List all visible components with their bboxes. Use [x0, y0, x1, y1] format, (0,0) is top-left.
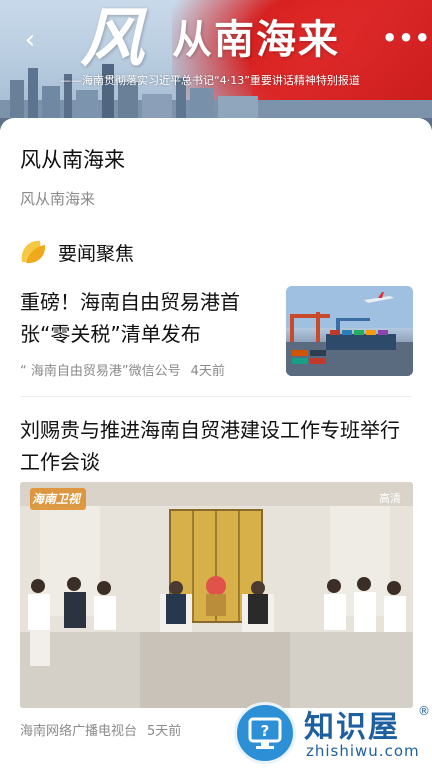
banner-subtitle: ——海南贯彻落实习近平总书记“4·13”重要讲话精神特别报道 [60, 74, 360, 87]
news-item-zero-tariff[interactable]: 重磅！海南自由贸易港首张“零关税”清单发布 “ 海南自由贸易港”微信公号 4天前 [0, 284, 432, 396]
content-card: 风从南海来 风从南海来 要闻聚焦 重磅！海南自由贸易港首张“零关税”清单发布 “… [0, 118, 432, 768]
port-cargo-image [286, 286, 413, 376]
news-thumbnail[interactable] [286, 286, 413, 376]
back-button[interactable]: ‹ [16, 26, 44, 54]
watermark-badge-glyph: ? [261, 722, 270, 740]
news-headline[interactable]: 刘赐贵与推进海南自贸港建设工作专班举行工作会谈 [20, 414, 415, 478]
more-options-button[interactable]: ••• [382, 24, 430, 52]
news-meta: “ 海南自由贸易港”微信公号 4天前 [20, 360, 225, 379]
news-time: 5天前 [147, 724, 182, 739]
news-source: 海南网络广播电视台 [20, 724, 138, 739]
site-watermark: ? 知识屋 ® zhishiwu.com [234, 700, 432, 768]
section-header: 要闻聚焦 [18, 236, 218, 266]
banner-title-text: 从南海来 [172, 17, 340, 63]
hd-badge: 高清 [379, 492, 401, 505]
banner-title: 风 从南海来 [80, 4, 370, 74]
header-banner: ‹ 风 从南海来 ——海南贯彻落实习近平总书记“4·13”重要讲话精神特别报道 … [0, 0, 432, 130]
section-title: 要闻聚焦 [58, 243, 135, 265]
leaf-icon [21, 240, 46, 264]
meeting-room-image [20, 482, 413, 708]
page-subtitle: 风从南海来 [20, 190, 96, 208]
tv-channel-logo: 海南卫视 [30, 488, 87, 510]
news-video-thumbnail[interactable]: 海南卫视 高清 [20, 482, 413, 708]
watermark-badge: ? [234, 702, 296, 764]
page-title: 风从南海来 [20, 148, 125, 172]
news-headline[interactable]: 重磅！海南自由贸易港首张“零关税”清单发布 [20, 286, 272, 350]
monitor-question-icon: ? [248, 717, 282, 749]
divider [20, 396, 412, 397]
watermark-brand: 知识屋 [304, 710, 400, 745]
news-meta: 海南网络广播电视台 5天前 [20, 720, 181, 739]
news-time: 4天前 [190, 364, 225, 379]
banner-title-calligraphy: 风 [80, 1, 144, 76]
watermark-registered-mark: ® [418, 704, 430, 718]
watermark-domain: zhishiwu.com [306, 742, 420, 760]
news-source: “ 海南自由贸易港”微信公号 [20, 364, 181, 379]
